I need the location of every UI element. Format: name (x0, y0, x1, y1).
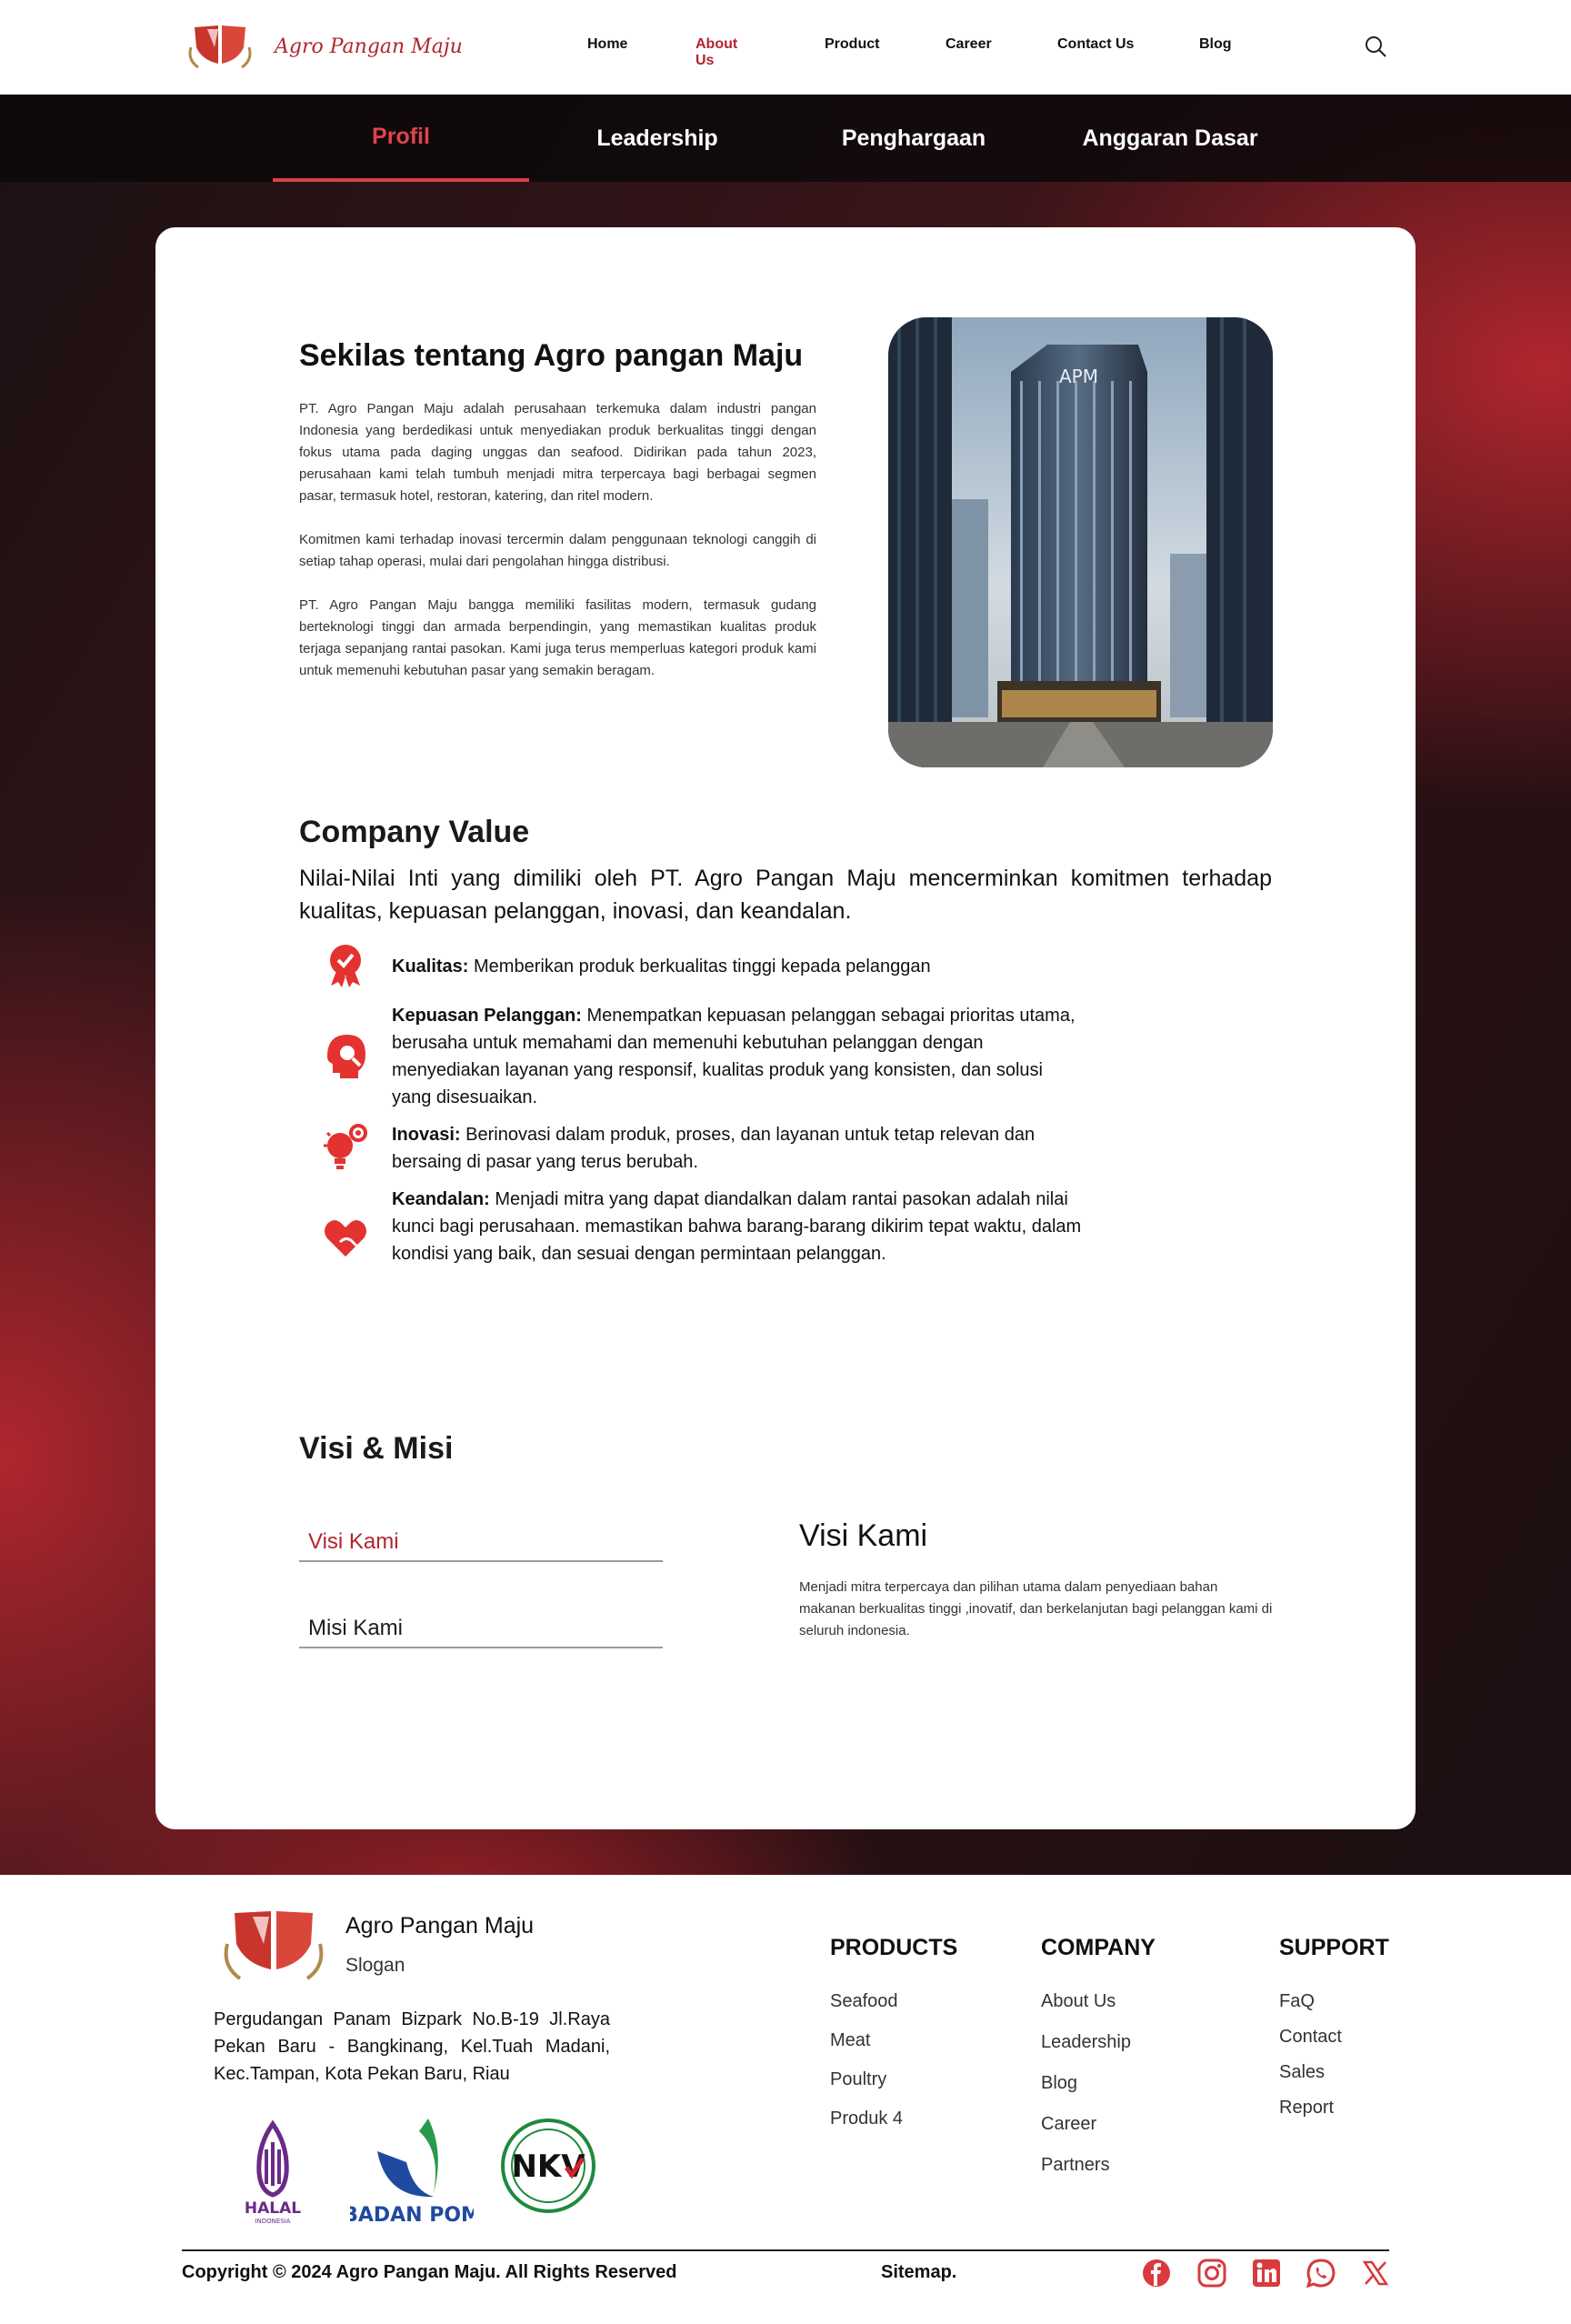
footer-link-sales[interactable]: Sales (1279, 2062, 1325, 2083)
value-kepuasan-pelanggan: Kepuasan Pelanggan: Menempatkan kepuasan… (392, 1002, 1083, 1111)
tab-penghargaan[interactable]: Penghargaan (786, 95, 1042, 182)
search-icon[interactable] (1364, 35, 1387, 58)
award-badge-icon (330, 945, 361, 987)
nav-home[interactable]: Home (587, 36, 627, 53)
linkedin-icon[interactable] (1252, 2259, 1281, 2288)
building-sign: APM (1059, 366, 1098, 387)
tab-visi[interactable]: Visi Kami (299, 1526, 663, 1562)
company-value-title: Company Value (299, 815, 530, 849)
whatsapp-icon[interactable] (1306, 2259, 1336, 2288)
footer-logo-icon (224, 1911, 324, 1980)
about-paragraph: PT. Agro Pangan Maju bangga memiliki fas… (299, 597, 816, 678)
value-kualitas: Kualitas: Memberikan produk berkualitas … (392, 953, 1083, 980)
footer-support-title: SUPPORT (1279, 1935, 1389, 1960)
company-value-intro: Nilai-Nilai Inti yang dimiliki oleh PT. … (299, 866, 1272, 924)
footer-address: Pergudangan Panam Bizpark No.B-19 Jl.Ray… (214, 2009, 610, 2084)
value-label: Keandalan: (392, 1189, 490, 1209)
value-label: Inovasi: (392, 1125, 461, 1145)
nkv-text: NKV (511, 2149, 585, 2185)
footer-divider (182, 2249, 1389, 2251)
footer-link-seafood[interactable]: Seafood (830, 1991, 898, 2012)
footer-brand-name: Agro Pangan Maju (345, 1913, 535, 1938)
footer-products-title: PRODUCTS (830, 1935, 958, 1960)
agro-logo-icon (188, 25, 252, 69)
value-text: Memberikan produk berkualitas tinggi kep… (468, 957, 931, 977)
footer-link-partners[interactable]: Partners (1041, 2155, 1110, 2176)
badan-pom-logo: BADAN POM (343, 2115, 481, 2230)
tab-profil[interactable]: Profil (273, 95, 529, 182)
footer-link-contact[interactable]: Contact (1279, 2027, 1342, 2048)
footer-copyright: Copyright © 2024 Agro Pangan Maju. All R… (182, 2262, 677, 2282)
visi-body: Menjadi mitra terpercaya dan pilihan uta… (799, 1579, 1273, 1638)
office-building-image: APM (888, 317, 1273, 767)
footer-slogan: Slogan (345, 1955, 405, 1976)
brand-name: Agro Pangan Maju (275, 35, 463, 58)
lightbulb-gear-icon (324, 1124, 367, 1169)
footer-link-report[interactable]: Report (1279, 2098, 1334, 2119)
footer-link-poultry[interactable]: Poultry (830, 2069, 886, 2090)
halal-sub-text: INDONESIA (255, 2218, 290, 2225)
main-menu: Home About Us Product Career Contact Us … (587, 36, 1232, 68)
footer-link-meat[interactable]: Meat (830, 2030, 870, 2051)
value-label: Kualitas: (392, 957, 469, 977)
visi-heading: Visi Kami (799, 1518, 928, 1553)
value-text: Menjadi mitra yang dapat diandalkan dala… (392, 1189, 1082, 1264)
footer-link-faq[interactable]: FaQ (1279, 1991, 1315, 2012)
brand-logo[interactable]: Agro Pangan Maju (182, 20, 463, 73)
about-description: PT. Agro Pangan Maju adalah perusahaan t… (299, 398, 816, 704)
tab-leadership[interactable]: Leadership (529, 95, 786, 182)
visi-misi-title: Visi & Misi (299, 1431, 454, 1466)
footer-link-career[interactable]: Career (1041, 2114, 1096, 2135)
nav-blog[interactable]: Blog (1199, 36, 1232, 53)
tab-misi[interactable]: Misi Kami (299, 1612, 663, 1648)
halal-text: HALAL (245, 2199, 301, 2218)
nav-contact-us[interactable]: Contact Us (1057, 36, 1134, 53)
footer-link-about-us[interactable]: About Us (1041, 1991, 1116, 2012)
instagram-icon[interactable] (1197, 2259, 1226, 2288)
nav-career[interactable]: Career (946, 36, 992, 53)
value-label: Kepuasan Pelanggan: (392, 1006, 582, 1026)
tab-anggaran-dasar[interactable]: Anggaran Dasar (1042, 95, 1298, 182)
top-navbar: Agro Pangan Maju Home About Us Product C… (0, 0, 1571, 95)
profile-tabs: Profil Leadership Penghargaan Anggaran D… (0, 95, 1571, 182)
nav-product[interactable]: Product (825, 36, 879, 53)
pom-text: BADAN POM (350, 2204, 474, 2226)
value-inovasi: Inovasi: Berinovasi dalam produk, proses… (392, 1121, 1083, 1176)
x-icon[interactable] (1361, 2259, 1390, 2288)
footer-link-produk-4[interactable]: Produk 4 (830, 2109, 903, 2129)
value-keandalan: Keandalan: Menjadi mitra yang dapat dian… (392, 1186, 1083, 1267)
facebook-icon[interactable] (1142, 2259, 1171, 2288)
nkv-logo: NKV (499, 2117, 597, 2219)
footer-link-blog[interactable]: Blog (1041, 2073, 1077, 2094)
customer-head-icon (327, 1035, 365, 1078)
about-title: Sekilas tentang Agro pangan Maju (299, 338, 804, 373)
footer-link-leadership[interactable]: Leadership (1041, 2032, 1131, 2053)
halal-logo: HALAL INDONESIA (241, 2119, 305, 2230)
about-paragraph: Komitmen kami terhadap inovasi tercermin… (299, 532, 816, 569)
about-paragraph: PT. Agro Pangan Maju adalah perusahaan t… (299, 401, 816, 504)
footer-company-title: COMPANY (1041, 1935, 1156, 1960)
value-text: Berinovasi dalam produk, proses, dan lay… (392, 1125, 1036, 1172)
nav-about-us[interactable]: About Us (695, 36, 737, 69)
heart-hand-icon (325, 1220, 366, 1257)
footer-sitemap-link[interactable]: Sitemap. (881, 2262, 956, 2283)
